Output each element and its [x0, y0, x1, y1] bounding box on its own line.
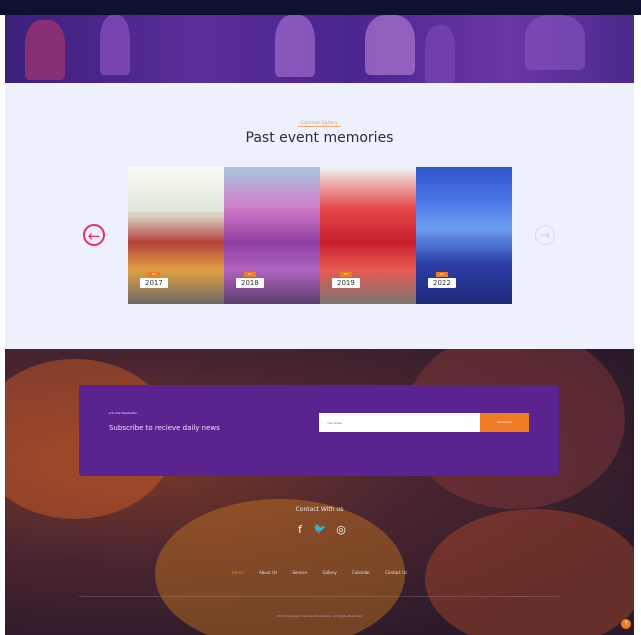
past-events-section: Carnival Gallery Past event memories ← E…	[5, 83, 634, 349]
section-title: Past event memories	[245, 130, 394, 146]
nav-calendar[interactable]: Calendar	[352, 570, 370, 575]
arrow-left-icon: ←	[87, 227, 101, 245]
top-bar	[0, 0, 641, 15]
event-card[interactable]: EV 2019	[320, 167, 416, 304]
newsletter-label: Join the Newsletter	[109, 411, 138, 415]
newsletter-heading: Subscribe to recieve daily news	[109, 424, 220, 432]
arrow-up-icon: ↑	[623, 620, 629, 627]
hero-banner-image	[5, 15, 634, 83]
twitter-icon[interactable]: 🐦	[312, 522, 328, 538]
instagram-icon[interactable]: ◎	[333, 522, 349, 538]
event-badge: EV	[147, 272, 160, 277]
section-tag: Carnival Gallery	[5, 120, 634, 127]
event-badge: EV	[435, 272, 448, 277]
event-year: 2019	[332, 278, 360, 288]
arrow-right-icon: →	[539, 228, 551, 242]
subscribe-button[interactable]: Subscribe	[480, 413, 529, 432]
email-input[interactable]	[319, 413, 480, 432]
carousel-prev-button[interactable]: ←	[83, 224, 105, 246]
event-card[interactable]: EV 2022	[416, 167, 512, 304]
event-year: 2017	[140, 278, 168, 288]
nav-about[interactable]: About Us	[259, 570, 277, 575]
newsletter-box: Join the Newsletter Subscribe to recieve…	[79, 385, 559, 476]
event-year: 2018	[236, 278, 264, 288]
event-card[interactable]: EV 2017	[128, 167, 224, 304]
nav-gallery[interactable]: Gallery	[322, 570, 336, 575]
nav-service[interactable]: Service	[292, 570, 307, 575]
copyright-text: 2023 Copyright Carnival Experience. All …	[276, 614, 363, 618]
nav-contact[interactable]: Contact Us	[385, 570, 407, 575]
footer-nav: Home About Us Service Gallery Calendar C…	[5, 570, 634, 575]
footer-divider	[79, 596, 559, 597]
social-links: f 🐦 ◎	[288, 522, 352, 540]
nav-home[interactable]: Home	[232, 570, 244, 575]
event-card[interactable]: EV 2018	[224, 167, 320, 304]
event-badge: EV	[243, 272, 256, 277]
scroll-to-top-button[interactable]: ↑	[621, 619, 631, 629]
event-badge: EV	[339, 272, 352, 277]
footer: Join the Newsletter Subscribe to recieve…	[5, 349, 634, 635]
carousel-next-button[interactable]: →	[535, 225, 555, 245]
contact-title: Contact With us	[295, 506, 344, 513]
facebook-icon[interactable]: f	[292, 522, 308, 538]
event-year: 2022	[428, 278, 456, 288]
